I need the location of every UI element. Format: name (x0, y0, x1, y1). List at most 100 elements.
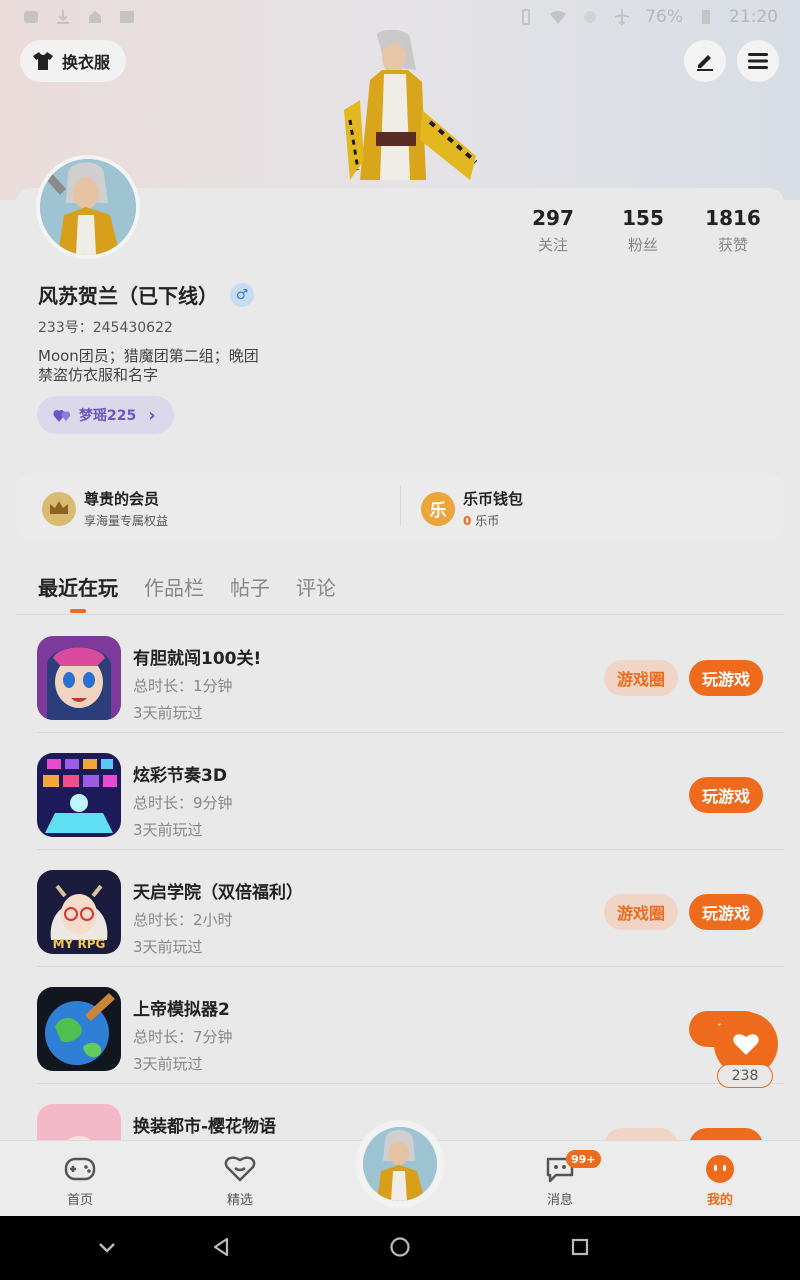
nav-avatar-button[interactable] (356, 1120, 444, 1208)
game-circle-button[interactable]: 游戏圈 (604, 894, 678, 930)
sakura-girl-game-icon (37, 1104, 121, 1140)
game-title: 上帝模拟器2 (133, 1000, 230, 1020)
game-icon[interactable] (37, 987, 121, 1071)
game-row[interactable]: 炫彩节奏3D 总时长：9分钟 3天前玩过 玩游戏 (37, 733, 784, 850)
messages-badge: 99+ (566, 1150, 601, 1168)
avatar-portrait-icon (363, 1127, 437, 1201)
battery-icon (702, 10, 710, 24)
followers-count: 155 (622, 206, 664, 230)
nav-avatar (363, 1127, 437, 1201)
heart-chat-icon (224, 1156, 256, 1182)
wallet-unit: 乐币 (475, 514, 500, 528)
play-game-button[interactable]: 玩游戏 (689, 777, 763, 813)
play-game-button[interactable]: 玩游戏 (689, 660, 763, 696)
tab-recent[interactable]: 最近在玩 (38, 572, 118, 613)
game-row[interactable]: 上帝模拟器2 总时长：7分钟 3天前玩过 玩 (37, 967, 784, 1084)
game-circle-button[interactable]: 游戏圈 (604, 660, 678, 696)
profile-stats: 297 关注 155 粉丝 1816 获赞 (508, 206, 778, 255)
like-count: 238 (717, 1064, 773, 1088)
followers-stat[interactable]: 155 粉丝 (598, 206, 688, 255)
nav-home[interactable]: 首页 (40, 1153, 120, 1208)
likes-label: 获赞 (717, 236, 748, 254)
game-last-played: 3天前玩过 (133, 1055, 203, 1073)
game-info: 有胆就闯100关! 总时长：1分钟 3天前玩过 (133, 644, 261, 723)
back-icon[interactable] (210, 1236, 232, 1258)
crown-icon (42, 491, 76, 526)
menu-button[interactable] (737, 40, 779, 82)
wallet-entry[interactable]: 乐 乐币钱包 0 乐币 (421, 488, 523, 529)
heart-icon (733, 1034, 759, 1055)
game-icon[interactable]: MY RPG (37, 870, 121, 954)
friend-tag-label: 梦瑶225 (79, 408, 137, 424)
game-duration: 总时长：7分钟 (133, 1028, 233, 1046)
edit-button[interactable] (684, 40, 726, 82)
collapse-chevron-icon[interactable] (96, 1236, 118, 1258)
likes-stat[interactable]: 1816 获赞 (688, 206, 778, 255)
following-count: 297 (532, 206, 574, 230)
rpg-logo-text: MY RPG (53, 937, 106, 951)
pencil-icon (697, 55, 713, 71)
vip-divider (400, 486, 401, 526)
profile-tabs: 最近在玩 作品栏 帖子 评论 (38, 572, 336, 613)
wallet-balance: 0 乐币 (463, 512, 523, 529)
play-game-button[interactable] (689, 1128, 763, 1140)
tab-posts[interactable]: 帖子 (230, 572, 270, 601)
image-icon (120, 11, 134, 23)
game-title: 有胆就闯100关! (133, 649, 262, 669)
likes-count: 1816 (705, 206, 761, 230)
user-id[interactable]: 233号：245430622 (38, 317, 173, 337)
nav-featured[interactable]: 精选 (200, 1153, 280, 1208)
member-title: 尊贵的会员 (84, 490, 160, 508)
game-duration: 总时长：9分钟 (133, 794, 233, 812)
game-info: 炫彩节奏3D 总时长：9分钟 3天前玩过 (133, 761, 233, 840)
game-circle-button[interactable] (604, 1128, 678, 1140)
hamburger-icon (748, 53, 768, 69)
name-row: 风苏贺兰（已下线） ♂ (38, 280, 254, 309)
tab-comments[interactable]: 评论 (296, 572, 336, 601)
status-bar: 76% 21:20 (0, 0, 800, 34)
bio-line-1: Moon团员；猎魔团第二组；晚团 (38, 347, 259, 365)
game-row[interactable]: MY RPG 天启学院（双倍福利） 总时长：2小时 3天前玩过 游戏圈 玩游戏 (37, 850, 784, 967)
rhythm-tiles-game-icon (37, 753, 121, 837)
game-info: 换装都市-樱花物语 (133, 1112, 276, 1137)
recents-square-icon[interactable] (569, 1236, 591, 1258)
game-icon[interactable] (37, 753, 121, 837)
shirt-icon (33, 52, 53, 70)
game-duration: 总时长：2小时 (133, 911, 233, 929)
nav-featured-label: 精选 (226, 1193, 253, 1208)
coin-icon: 乐 (421, 491, 455, 526)
wallet-title: 乐币钱包 (463, 490, 524, 508)
home-circle-icon[interactable] (389, 1236, 411, 1258)
play-game-button[interactable]: 玩游戏 (689, 894, 763, 930)
user-name: 风苏贺兰（已下线） (38, 284, 218, 308)
signal-icon (584, 11, 597, 23)
game-title: 换装都市-樱花物语 (133, 1117, 277, 1137)
game-info: 天启学院（双倍福利） 总时长：2小时 3天前玩过 (133, 878, 303, 957)
planet-game-icon (37, 987, 121, 1071)
download-icon (57, 10, 69, 24)
game-last-played: 3天前玩过 (133, 821, 203, 839)
user-bio: Moon团员；猎魔团第二组；晚团 禁盗仿衣服和名字 (38, 347, 259, 385)
smiley-face-icon (706, 1155, 734, 1183)
nav-mine-label: 我的 (706, 1193, 733, 1208)
nav-home-label: 首页 (66, 1193, 93, 1208)
wifi-icon (550, 10, 567, 24)
followers-label: 粉丝 (627, 236, 658, 254)
nav-mine[interactable]: 我的 (680, 1153, 760, 1208)
profile-avatar[interactable] (36, 155, 140, 259)
friend-tag-button[interactable]: 梦瑶225 › (37, 396, 174, 434)
game-title: 天启学院（双倍福利） (133, 883, 303, 903)
avatar-portrait-icon (40, 159, 136, 255)
anime-girl-game-icon (37, 636, 121, 720)
game-icon[interactable] (37, 1104, 121, 1140)
change-outfit-button[interactable]: 换衣服 (20, 40, 127, 82)
game-icon[interactable] (37, 636, 121, 720)
member-entry[interactable]: 尊贵的会员 享海量专属权益 (42, 488, 168, 529)
game-duration: 总时长：1分钟 (133, 677, 233, 695)
wallet-amount: 0 (463, 514, 472, 528)
tab-works[interactable]: 作品栏 (144, 572, 204, 601)
following-stat[interactable]: 297 关注 (508, 206, 598, 255)
member-subtitle: 享海量专属权益 (84, 514, 169, 528)
battery-level: 76% (645, 7, 683, 27)
game-row[interactable]: 有胆就闯100关! 总时长：1分钟 3天前玩过 游戏圈 玩游戏 (37, 616, 784, 733)
